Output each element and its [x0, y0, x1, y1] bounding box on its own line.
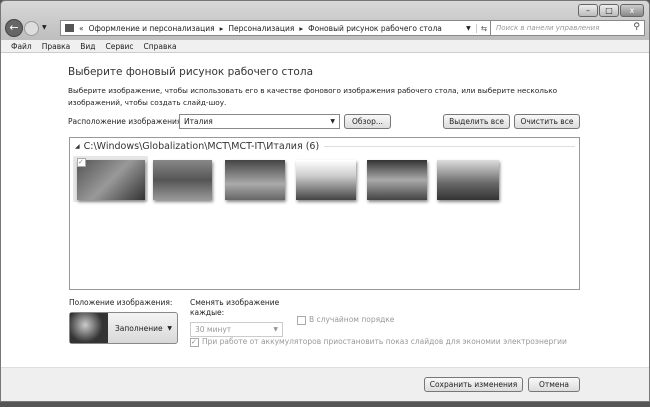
- shuffle-checkbox[interactable]: [297, 316, 306, 325]
- close-button[interactable]: x: [620, 4, 644, 17]
- cancel-button[interactable]: Отмена: [528, 377, 580, 392]
- breadcrumb-item[interactable]: Персонализация: [228, 24, 294, 33]
- breadcrumb-item[interactable]: Фоновый рисунок рабочего стола: [308, 24, 442, 33]
- browse-button[interactable]: Обзор...: [344, 114, 391, 129]
- thumbnail-checkbox[interactable]: ✓: [77, 158, 86, 167]
- position-select[interactable]: Заполнение ▼: [69, 312, 178, 344]
- wallpaper-thumbnail[interactable]: [153, 160, 212, 200]
- menu-tools[interactable]: Сервис: [106, 42, 134, 51]
- menu-bar: Файл Правка Вид Сервис Справка: [1, 40, 649, 53]
- clear-all-button[interactable]: Очистить все: [514, 114, 580, 129]
- chevron-down-icon: ▼: [273, 326, 278, 333]
- breadcrumb-item[interactable]: Оформление и персонализация: [89, 24, 215, 33]
- menu-edit[interactable]: Правка: [42, 42, 71, 51]
- interval-select[interactable]: 30 минут ▼: [190, 322, 283, 337]
- shuffle-label: В случайном порядке: [309, 315, 395, 324]
- wallpaper-thumbnail[interactable]: [225, 160, 285, 200]
- menu-help[interactable]: Справка: [144, 42, 177, 51]
- page-description: Выберите изображение, чтобы использовать…: [68, 86, 558, 107]
- position-preview-icon: [70, 313, 108, 343]
- forward-arrow-icon[interactable]: [24, 21, 39, 36]
- page-title: Выберите фоновый рисунок рабочего стола: [68, 66, 314, 78]
- wallpaper-thumbnail[interactable]: [77, 160, 145, 200]
- collapse-icon[interactable]: ◢: [75, 143, 80, 150]
- wallpaper-thumbnail[interactable]: [296, 160, 356, 200]
- chevron-down-icon: ▼: [167, 324, 172, 332]
- battery-label: При работе от аккумуляторов приостановит…: [202, 337, 567, 346]
- location-label: Расположение изображения:: [68, 117, 184, 126]
- address-dropdown-icon[interactable]: ▼: [466, 25, 471, 32]
- address-bar[interactable]: « Оформление и персонализация ▸ Персонали…: [60, 20, 492, 36]
- menu-file[interactable]: Файл: [11, 42, 32, 51]
- refresh-icon[interactable]: ⇆: [475, 23, 491, 33]
- battery-checkbox[interactable]: ✓: [190, 338, 199, 347]
- history-dropdown-icon[interactable]: ▼: [42, 24, 47, 31]
- gallery-group-header[interactable]: ◢ C:\Windows\Globalization\MCT\MCT-IT\Ита…: [75, 141, 575, 152]
- breadcrumb-overflow[interactable]: «: [79, 24, 84, 33]
- menu-view[interactable]: Вид: [80, 42, 95, 51]
- position-label: Положение изображения:: [69, 298, 173, 307]
- wallpaper-thumbnail[interactable]: [367, 160, 427, 200]
- interval-label: Сменять изображение каждые:: [190, 298, 280, 317]
- back-arrow-icon[interactable]: ←: [5, 19, 23, 37]
- chevron-down-icon: ▼: [330, 118, 335, 125]
- location-select[interactable]: Италия ▼: [179, 114, 340, 129]
- select-all-button[interactable]: Выделить все: [443, 114, 510, 129]
- maximize-button[interactable]: □: [599, 4, 619, 17]
- minimize-button[interactable]: –: [578, 4, 598, 17]
- save-button[interactable]: Сохранить изменения: [424, 377, 523, 392]
- search-icon[interactable]: ⚲: [633, 22, 640, 32]
- search-input[interactable]: Поиск в панели управления ⚲: [490, 20, 645, 36]
- wallpaper-thumbnail[interactable]: [437, 160, 499, 200]
- control-panel-icon: [65, 24, 74, 32]
